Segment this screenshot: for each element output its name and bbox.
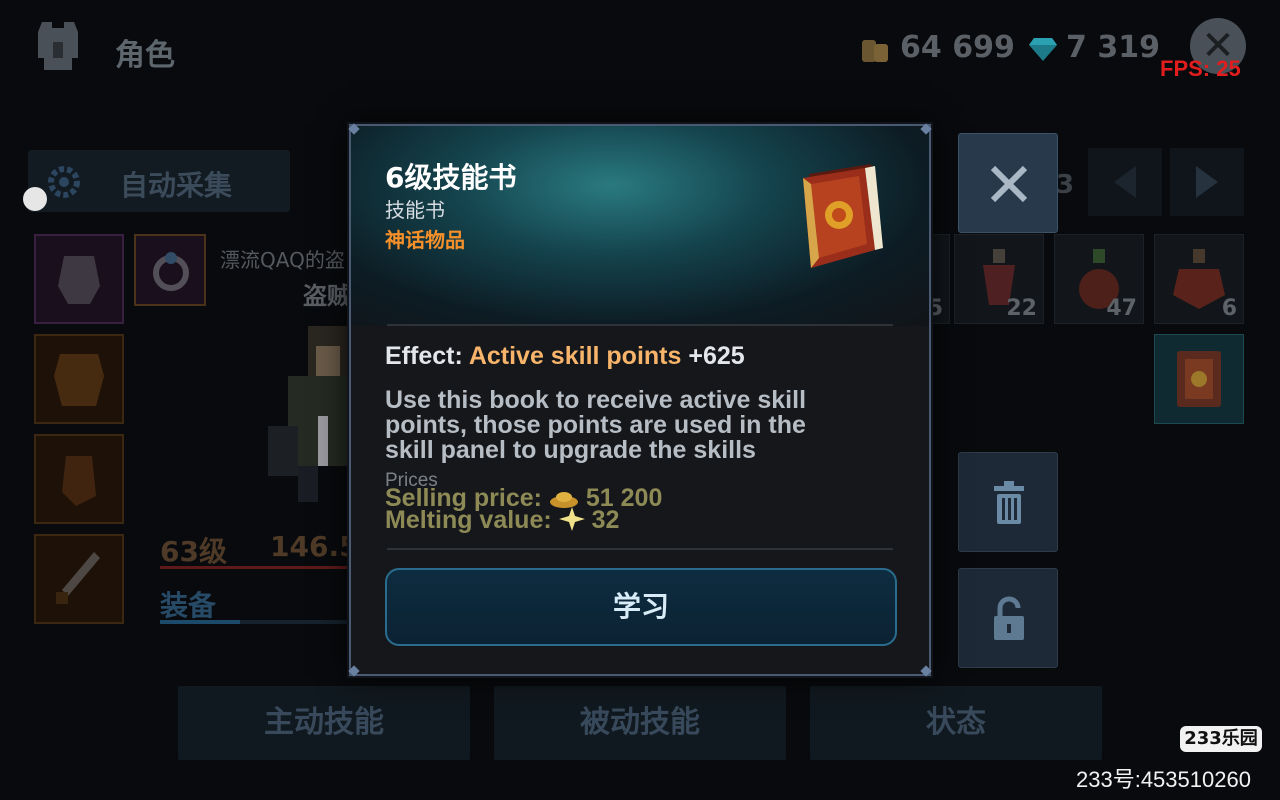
item-count: 22 xyxy=(1006,296,1037,321)
sparkle-icon xyxy=(558,507,585,531)
inventory-prev-button[interactable] xyxy=(1088,148,1162,216)
player-level: 63级 xyxy=(160,535,227,568)
item-detail-dialog: 6级技能书 技能书 神话物品 Effect: Active skill poin… xyxy=(348,123,932,677)
gold-pile-icon xyxy=(549,492,578,508)
equipment-tab-underline xyxy=(160,620,352,624)
dagger-icon xyxy=(56,552,100,604)
tab-status-label: 状态 xyxy=(926,705,986,740)
gloves-icon xyxy=(62,456,96,506)
player-name: 漂流QAQ的盗 xyxy=(220,248,345,272)
delete-item-button[interactable] xyxy=(958,452,1058,552)
description-line: skill panel to upgrade the skills xyxy=(385,436,756,464)
gear-icon xyxy=(48,166,80,198)
item-count: 6 xyxy=(1221,296,1237,321)
description-line: points, those points are used in the xyxy=(385,411,806,439)
learn-button-label: 学习 xyxy=(612,590,669,623)
melting-value-number: 32 xyxy=(591,506,620,534)
tab-passive-skills-label: 被动技能 xyxy=(580,705,700,740)
corner-ornament-icon xyxy=(920,123,932,135)
effect-value: +625 xyxy=(688,342,745,370)
tab-active-skills-label: 主动技能 xyxy=(264,705,384,740)
hero-character-sprite xyxy=(268,326,352,502)
item-rarity: 神话物品 xyxy=(385,228,465,252)
effect-name: Active skill points xyxy=(468,342,682,370)
equip-slot-ring[interactable] xyxy=(134,234,206,306)
skill-book-icon xyxy=(803,164,883,268)
player-class: 盗贼 xyxy=(303,282,351,310)
header-divider xyxy=(387,324,893,326)
effect-label: Effect: xyxy=(385,342,463,370)
auto-collect-label: 自动采集 xyxy=(120,169,233,202)
gold-amount: 64 699 xyxy=(900,30,1015,65)
tab-active-skills[interactable]: 主动技能 xyxy=(178,686,470,760)
melting-value-label: Melting value: xyxy=(385,506,552,534)
arrow-right-icon xyxy=(1196,166,1218,198)
item-count: 47 xyxy=(1106,296,1137,321)
unlock-icon xyxy=(994,596,1024,640)
hp-bar xyxy=(160,566,352,569)
corner-ornament-icon xyxy=(920,665,932,677)
item-type: 技能书 xyxy=(385,198,445,222)
inventory-slot[interactable]: 22 xyxy=(954,234,1044,324)
equip-slot-armor[interactable] xyxy=(34,334,124,424)
melting-value: Melting value: 32 xyxy=(385,506,619,535)
auto-collect-button[interactable]: 自动采集 xyxy=(28,150,290,212)
item-title: 6级技能书 xyxy=(385,161,517,194)
chest-armor-icon xyxy=(54,354,104,406)
close-icon xyxy=(990,165,1028,203)
inventory-slot-selected[interactable] xyxy=(1154,334,1244,424)
tab-passive-skills[interactable]: 被动技能 xyxy=(494,686,786,760)
watermark-logo: 233乐园 xyxy=(1180,726,1262,752)
character-armor-icon xyxy=(38,22,78,70)
footer-divider xyxy=(387,548,893,550)
close-dialog-button[interactable] xyxy=(958,133,1058,233)
learn-button[interactable]: 学习 xyxy=(385,568,897,646)
inventory-slot[interactable]: 47 xyxy=(1054,234,1144,324)
corner-ornament-icon xyxy=(348,665,360,677)
arrow-left-icon xyxy=(1114,166,1136,198)
description-line: Use this book to receive active skill xyxy=(385,386,807,414)
equipment-tab[interactable]: 装备 xyxy=(160,584,216,624)
player-power: 146.5 xyxy=(270,530,359,563)
inventory-slot[interactable]: 5 xyxy=(928,234,950,324)
skill-book-icon xyxy=(1177,351,1221,407)
page-title: 角色 xyxy=(115,38,175,73)
ring-icon xyxy=(153,252,189,291)
large-potion-icon xyxy=(1173,249,1225,309)
inventory-slot[interactable]: 6 xyxy=(1154,234,1244,324)
equip-slot-gloves[interactable] xyxy=(34,434,124,524)
diamond-icon xyxy=(1029,38,1057,61)
item-description: Use this book to receive active skill po… xyxy=(385,388,905,463)
equip-slot-weapon[interactable] xyxy=(34,534,124,624)
watermark-id: 233号:453510260 xyxy=(1076,767,1251,792)
lock-item-button[interactable] xyxy=(958,568,1058,668)
auto-collect-toggle[interactable] xyxy=(23,187,47,211)
trash-icon xyxy=(994,481,1024,524)
equip-slot-helmet[interactable] xyxy=(34,234,124,324)
fps-counter: FPS: 25 xyxy=(1160,56,1241,81)
gem-amount: 7 319 xyxy=(1066,30,1160,65)
helmet-icon xyxy=(58,256,100,304)
item-effect: Effect: Active skill points +625 xyxy=(385,342,745,371)
corner-ornament-icon xyxy=(348,123,360,135)
gold-coins-icon xyxy=(862,40,888,62)
inventory-next-button[interactable] xyxy=(1170,148,1244,216)
inventory-page-number: 3 xyxy=(1056,170,1075,200)
tab-status[interactable]: 状态 xyxy=(810,686,1102,760)
top-bar: 角色 64 699 7 319 ✕ FPS: 25 xyxy=(0,0,1280,95)
